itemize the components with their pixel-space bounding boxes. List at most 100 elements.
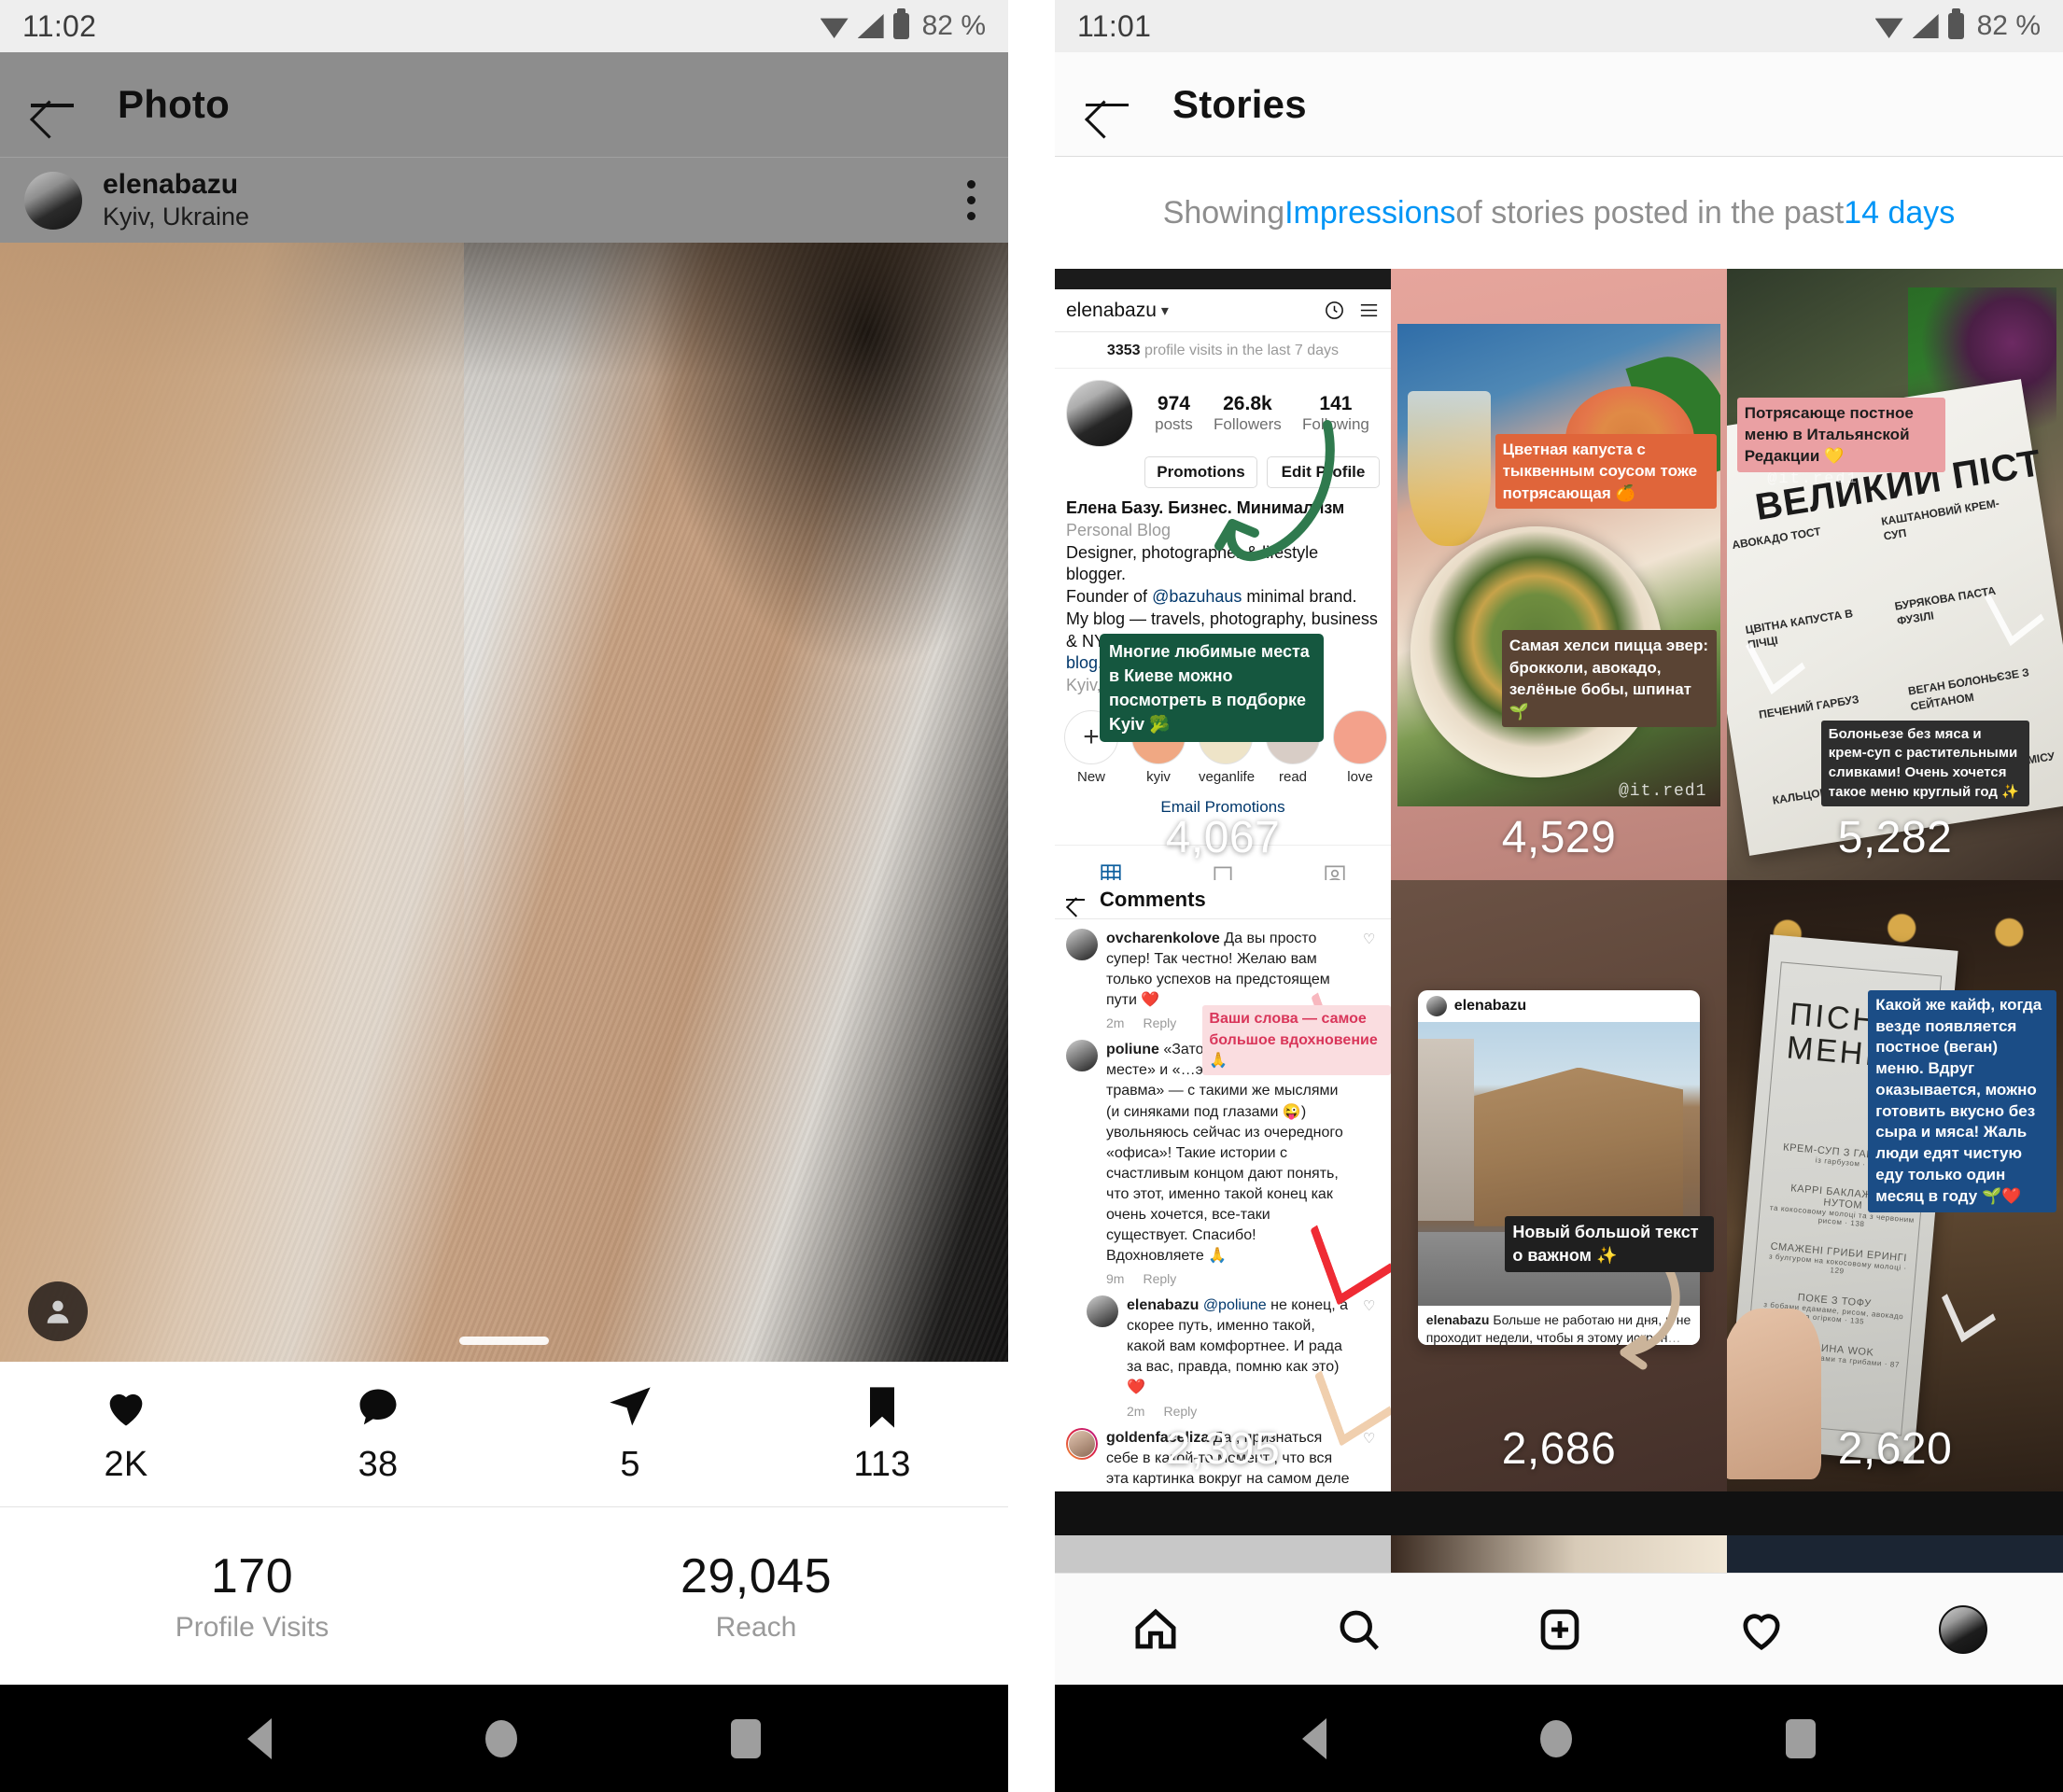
story-caption: Самая хелси пицца эвер: брокколи, авокад… (1501, 630, 1718, 728)
sys-back-button[interactable] (246, 1717, 272, 1759)
kebab-menu-icon[interactable] (966, 180, 984, 220)
comment-mention[interactable]: @poliune (1203, 1297, 1267, 1313)
story-impressions-count: 4,529 (1501, 813, 1617, 862)
back-arrow-icon[interactable] (1066, 889, 1087, 910)
comments-stat[interactable]: 38 (252, 1383, 504, 1485)
post-username[interactable]: elenabazu (103, 169, 249, 201)
left-screen-post-insights: 11:02 82 % Photo elenabazu Kyiv, Ukraine (0, 0, 1008, 1792)
right-screen-stories-insights: 11:01 82 % Stories Showing Impressions o… (1055, 0, 2063, 1792)
sys-home-button[interactable] (484, 1719, 517, 1757)
repost-username[interactable]: elenabazu (1454, 998, 1526, 1015)
story-cell[interactable]: ВЕЛИКИЙ ПІСТ АВОКАДО ТОСТ КАШТАНОВИЙ КРЕ… (1727, 269, 2063, 880)
profile-username[interactable]: elenabazu (1066, 300, 1157, 322)
wifi-icon (1874, 18, 1903, 38)
likes-stat[interactable]: 2K (0, 1383, 252, 1485)
person-tag-icon[interactable] (28, 1281, 88, 1341)
reach-cell[interactable]: 29,045 Reach (504, 1548, 1008, 1644)
post-header-text: elenabazu Kyiv, Ukraine (103, 169, 249, 231)
posts-stat[interactable]: 974 posts (1155, 393, 1193, 434)
stories-grid-next-row-partial (1055, 1535, 2063, 1573)
avatar[interactable] (1066, 1040, 1098, 1072)
watermark: @it.red1 (1618, 781, 1707, 801)
chevron-down-icon[interactable]: ▾ (1161, 301, 1169, 320)
bookmark-icon (870, 1387, 894, 1428)
avatar[interactable] (24, 171, 82, 230)
posts-label: posts (1155, 415, 1193, 433)
avatar[interactable] (1066, 929, 1098, 960)
battery-percent: 82 % (921, 10, 986, 41)
profile-visits-value: 170 (210, 1549, 294, 1603)
story-cell[interactable]: Цветная капуста с тыквенным соусом тоже … (1391, 269, 1727, 880)
post-location[interactable]: Kyiv, Ukraine (103, 203, 249, 231)
comment-icon (359, 1389, 397, 1425)
status-bar-left: 11:02 82 % (0, 0, 1008, 52)
comments-bar: Comments (1055, 880, 1391, 919)
status-time: 11:02 (22, 8, 97, 43)
shares-stat[interactable]: 5 (504, 1383, 756, 1485)
heart-icon[interactable] (1736, 1604, 1787, 1655)
page-title: Stories (1172, 81, 1307, 126)
story-cell-partial[interactable] (1727, 1535, 2063, 1573)
showing-period[interactable]: 14 days (1844, 195, 1955, 231)
signal-icon (857, 14, 884, 38)
grid-tab-icon[interactable] (1099, 862, 1123, 880)
history-clock-icon[interactable] (1324, 300, 1345, 321)
heart-icon (109, 1393, 143, 1426)
avatar[interactable] (1066, 380, 1133, 447)
profile-visits-cell[interactable]: 170 Profile Visits (0, 1548, 504, 1644)
search-icon[interactable] (1333, 1604, 1383, 1655)
watermark: @it.red1 (1767, 470, 1859, 489)
comment-reply[interactable]: Reply (1143, 1015, 1176, 1030)
post-header[interactable]: elenabazu Kyiv, Ukraine (0, 157, 1008, 243)
story-cell[interactable]: ПІСНЕ МЕНЮ КРЕМ-СУП З ГАРБУЗОМ із гарбузо… (1727, 880, 2063, 1491)
comment-user[interactable]: poliune (1106, 1042, 1159, 1057)
status-icons: 82 % (820, 8, 986, 42)
comment-user[interactable]: ovcharenkolove (1106, 931, 1220, 946)
avatar-icon[interactable] (1938, 1604, 1987, 1654)
showing-metric[interactable]: Impressions (1284, 195, 1455, 231)
profile-visits-banner: 3353 profile visits in the last 7 days (1055, 332, 1391, 369)
tagged-tab-icon[interactable] (1323, 862, 1347, 880)
hamburger-menu-icon[interactable] (1358, 300, 1380, 321)
signal-icon (1912, 14, 1939, 38)
avatar[interactable] (1087, 1295, 1118, 1328)
back-arrow-icon[interactable] (28, 80, 77, 129)
highlight-cover[interactable] (1333, 709, 1387, 764)
story-impressions-count: 2,395 (1165, 1424, 1281, 1474)
repost-caption-user[interactable]: elenabazu (1426, 1312, 1490, 1327)
story-cell-partial[interactable] (1055, 1535, 1391, 1573)
insights-summary: 170 Profile Visits 29,045 Reach (0, 1507, 1008, 1685)
post-actions-row: 2K 38 5 113 (0, 1362, 1008, 1507)
story-caption: Какой же кайф, когда везде появляется по… (1868, 989, 2056, 1212)
sys-recents-button[interactable] (731, 1718, 762, 1758)
story-impressions-count: 4,067 (1165, 813, 1281, 862)
showing-filter-bar: Showing Impressions of stories posted in… (1055, 157, 2063, 269)
story-caption: Цветная капуста с тыквенным соусом тоже … (1495, 433, 1718, 510)
wifi-icon (820, 18, 849, 38)
story-caption: Потрясающе постное меню в Итальянской Ре… (1736, 397, 1945, 472)
add-post-icon[interactable] (1535, 1604, 1585, 1655)
comment-reply[interactable]: Reply (1163, 1404, 1197, 1419)
sys-home-button[interactable] (1539, 1719, 1572, 1757)
story-cell[interactable]: Comments ovcharenkolove Да вы просто суп… (1055, 880, 1391, 1491)
reach-value: 29,045 (680, 1549, 833, 1603)
battery-percent: 82 % (1976, 10, 2041, 41)
sys-back-button[interactable] (1301, 1717, 1326, 1759)
comment-reply[interactable]: Reply (1143, 1271, 1176, 1286)
home-icon[interactable] (1130, 1604, 1181, 1655)
back-arrow-icon[interactable] (1083, 80, 1131, 129)
story-cell[interactable]: elenabazu elenabazu Больше не работаю ни… (1391, 880, 1727, 1491)
feed-tab-icon[interactable] (1211, 862, 1235, 880)
system-nav-bar-right (1055, 1685, 2063, 1792)
story-cell-partial[interactable] (1391, 1535, 1727, 1573)
story-caption: Многие любимые места в Киеве можно посмо… (1100, 633, 1324, 742)
saves-stat[interactable]: 113 (756, 1383, 1008, 1485)
followers-count: 26.8k (1223, 393, 1272, 414)
story-cell[interactable]: elenabazu ▾ 3353 profile visits in the l… (1055, 269, 1391, 880)
sys-recents-button[interactable] (1786, 1718, 1817, 1758)
system-nav-bar-left (0, 1685, 1008, 1792)
post-photo[interactable] (0, 243, 1008, 1362)
drag-handle[interactable] (459, 1337, 549, 1345)
highlight-love[interactable]: love (1333, 709, 1387, 785)
comment-user[interactable]: elenabazu (1127, 1297, 1199, 1313)
